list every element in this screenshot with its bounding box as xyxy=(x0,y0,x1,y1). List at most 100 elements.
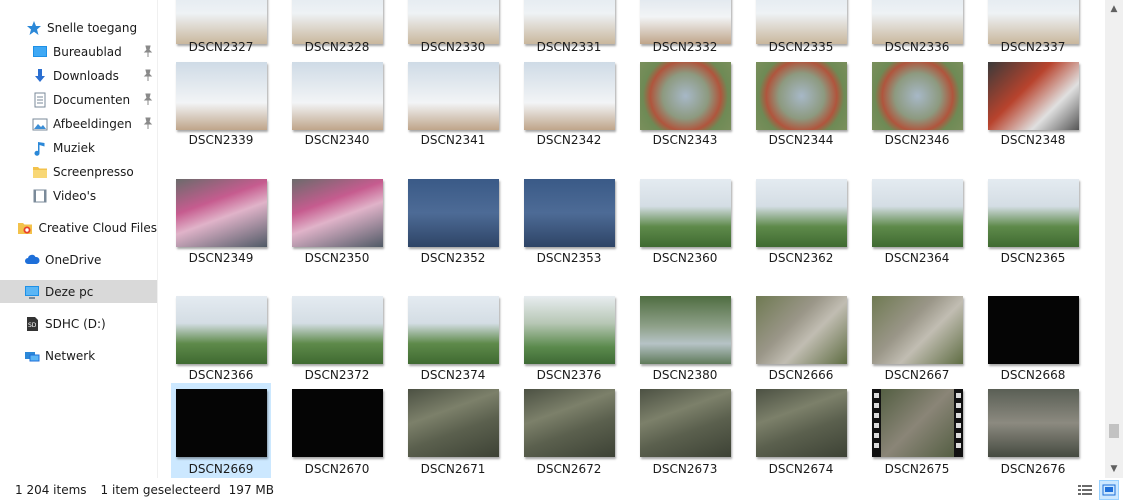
file-thumbnail xyxy=(524,389,615,457)
file-tile[interactable]: DSCN2669 xyxy=(171,383,271,478)
file-tile[interactable]: DSCN2336 xyxy=(867,0,967,58)
file-tile[interactable]: DSCN2331 xyxy=(519,0,619,58)
nav-item-onedrive[interactable]: OneDrive xyxy=(0,248,157,271)
file-tile[interactable]: DSCN2672 xyxy=(519,383,619,478)
file-thumbnail xyxy=(872,389,963,457)
file-name: DSCN2342 xyxy=(536,133,602,147)
file-thumbnail xyxy=(176,179,267,247)
file-tile[interactable]: DSCN2337 xyxy=(983,0,1083,58)
file-tile[interactable]: DSCN2349 xyxy=(171,173,271,269)
file-tile[interactable]: DSCN2344 xyxy=(751,56,851,151)
pin-icon[interactable] xyxy=(143,93,153,105)
file-name: DSCN2335 xyxy=(768,40,834,54)
file-tile[interactable]: DSCN2341 xyxy=(403,56,503,151)
file-tile[interactable]: DSCN2360 xyxy=(635,173,735,269)
file-tile[interactable]: DSCN2362 xyxy=(751,173,851,269)
nav-item-creative-cloud[interactable]: Creative Cloud Files xyxy=(0,216,157,239)
file-tile[interactable]: DSCN2330 xyxy=(403,0,503,58)
file-thumbnail xyxy=(176,389,267,457)
vertical-scrollbar[interactable]: ▲ ▼ xyxy=(1105,0,1123,478)
pin-icon[interactable] xyxy=(143,117,153,129)
file-tile[interactable]: DSCN2335 xyxy=(751,0,851,58)
file-name: DSCN2330 xyxy=(420,40,486,54)
scrollbar-thumb[interactable] xyxy=(1109,424,1119,438)
file-tile[interactable]: DSCN2366 xyxy=(171,290,271,386)
scroll-down-arrow-icon[interactable]: ▼ xyxy=(1109,464,1119,474)
file-thumbnail xyxy=(176,62,267,130)
file-thumbnail xyxy=(988,296,1079,364)
file-tile[interactable]: DSCN2342 xyxy=(519,56,619,151)
file-tile[interactable]: DSCN2380 xyxy=(635,290,735,386)
file-name: DSCN2666 xyxy=(768,368,834,382)
nav-item-this-pc[interactable]: Deze pc xyxy=(0,280,157,303)
file-name: DSCN2336 xyxy=(884,40,950,54)
nav-item-music[interactable]: Muziek xyxy=(0,136,157,159)
file-tile[interactable]: DSCN2668 xyxy=(983,290,1083,386)
navigation-pane: Snelle toegang Bureaublad Downloads Docu… xyxy=(0,0,158,478)
file-tile[interactable]: DSCN2666 xyxy=(751,290,851,386)
file-tile[interactable]: DSCN2676 xyxy=(983,383,1083,478)
file-tile[interactable]: DSCN2372 xyxy=(287,290,387,386)
nav-item-desktop[interactable]: Bureaublad xyxy=(0,40,157,63)
film-strip-icon xyxy=(872,389,963,457)
nav-item-network[interactable]: Netwerk xyxy=(0,344,157,367)
nav-item-videos[interactable]: Video's xyxy=(0,184,157,207)
file-tile[interactable]: DSCN2364 xyxy=(867,173,967,269)
selection-size: 197 MB xyxy=(228,483,274,497)
file-tile[interactable]: DSCN2350 xyxy=(287,173,387,269)
file-thumbnail xyxy=(640,296,731,364)
computer-icon xyxy=(24,284,40,300)
file-thumbnail xyxy=(988,62,1079,130)
nav-item-pictures[interactable]: Afbeeldingen xyxy=(0,112,157,135)
nav-item-label: Afbeeldingen xyxy=(53,116,132,131)
file-tile[interactable]: DSCN2365 xyxy=(983,173,1083,269)
file-tile[interactable]: DSCN2670 xyxy=(287,383,387,478)
nav-item-documents[interactable]: Documenten xyxy=(0,88,157,111)
file-tile[interactable]: DSCN2675 xyxy=(867,383,967,478)
file-tile[interactable]: DSCN2328 xyxy=(287,0,387,58)
file-name: DSCN2352 xyxy=(420,251,486,265)
file-tile[interactable]: DSCN2346 xyxy=(867,56,967,151)
file-thumbnail xyxy=(872,0,963,44)
nav-item-sdhc[interactable]: SD SDHC (D:) xyxy=(0,312,157,335)
large-icons-view-icon[interactable] xyxy=(1099,480,1119,500)
nav-item-screenpresso[interactable]: Screenpresso xyxy=(0,160,157,183)
file-tile[interactable]: DSCN2332 xyxy=(635,0,735,58)
file-thumbnail xyxy=(292,179,383,247)
file-name: DSCN2332 xyxy=(652,40,718,54)
file-tile[interactable]: DSCN2671 xyxy=(403,383,503,478)
file-name: DSCN2337 xyxy=(1000,40,1066,54)
file-tile[interactable]: DSCN2353 xyxy=(519,173,619,269)
file-thumbnail xyxy=(524,179,615,247)
file-name: DSCN2339 xyxy=(188,133,254,147)
file-tile[interactable]: DSCN2343 xyxy=(635,56,735,151)
file-tile[interactable]: DSCN2352 xyxy=(403,173,503,269)
file-name: DSCN2341 xyxy=(420,133,486,147)
cloud-icon xyxy=(24,252,40,268)
selection-count: 1 item geselecteerd xyxy=(100,483,221,497)
details-view-icon[interactable] xyxy=(1077,483,1093,500)
file-tile[interactable]: DSCN2340 xyxy=(287,56,387,151)
file-tile[interactable]: DSCN2327 xyxy=(171,0,271,58)
file-tile[interactable]: DSCN2374 xyxy=(403,290,503,386)
item-count: 1 204 items xyxy=(15,483,87,497)
nav-item-label: Screenpresso xyxy=(53,164,134,179)
pin-icon[interactable] xyxy=(143,69,153,81)
file-tile[interactable]: DSCN2376 xyxy=(519,290,619,386)
nav-item-label: OneDrive xyxy=(45,252,102,267)
file-tile[interactable]: DSCN2339 xyxy=(171,56,271,151)
nav-item-downloads[interactable]: Downloads xyxy=(0,64,157,87)
file-tile[interactable]: DSCN2673 xyxy=(635,383,735,478)
status-bar: 1 204 items 1 item geselecteerd 197 MB xyxy=(0,478,1123,502)
file-thumbnail xyxy=(756,0,847,44)
nav-quick-access[interactable]: Snelle toegang xyxy=(0,16,157,39)
pin-icon[interactable] xyxy=(143,45,153,57)
file-thumbnail xyxy=(640,389,731,457)
file-tile[interactable]: DSCN2674 xyxy=(751,383,851,478)
file-thumbnail xyxy=(176,0,267,44)
file-thumbnail xyxy=(292,62,383,130)
file-name: DSCN2364 xyxy=(884,251,950,265)
scroll-up-arrow-icon[interactable]: ▲ xyxy=(1109,4,1119,14)
file-tile[interactable]: DSCN2348 xyxy=(983,56,1083,151)
file-tile[interactable]: DSCN2667 xyxy=(867,290,967,386)
